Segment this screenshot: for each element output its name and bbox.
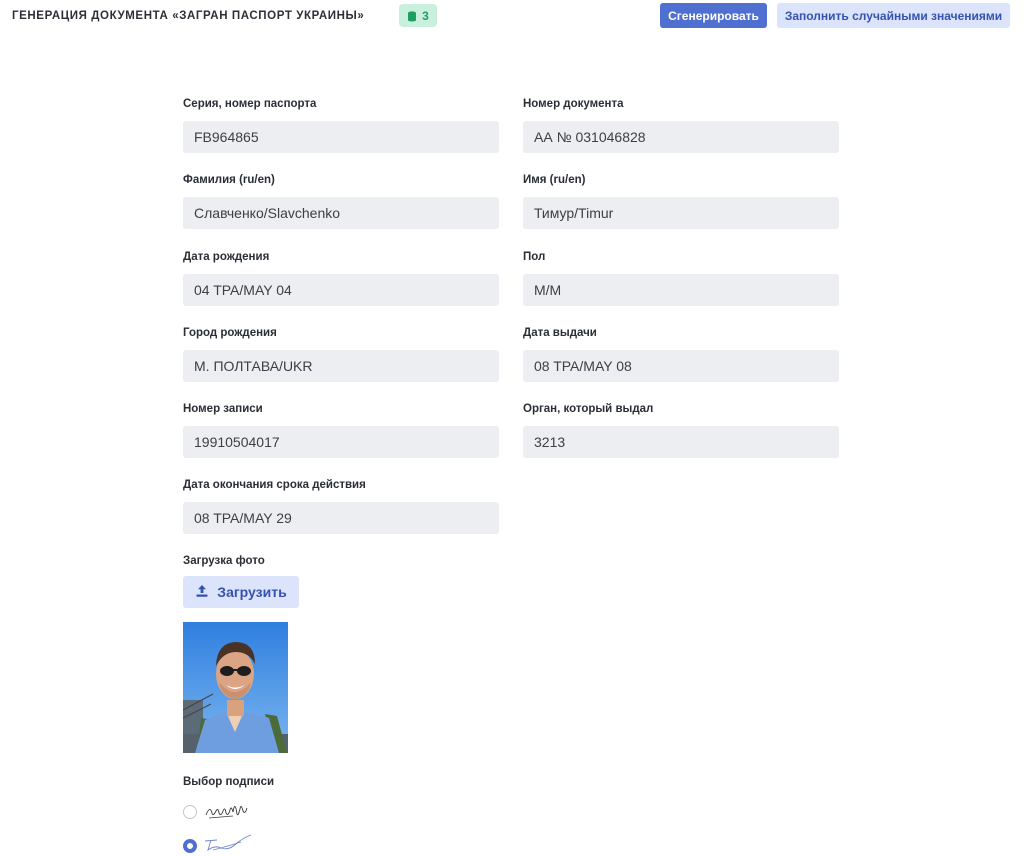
name-label: Имя (ru/en) (523, 174, 586, 186)
authority-field: Орган, который выдал (523, 401, 839, 458)
record-number-field: Номер записи (183, 401, 499, 458)
signature-radio-2[interactable] (183, 838, 197, 853)
page-title: ГЕНЕРАЦИЯ ДОКУМЕНТА «ЗАГРАН ПАСПОРТ УКРА… (12, 10, 365, 22)
birth-date-input[interactable] (183, 274, 499, 306)
coins-icon (407, 10, 419, 22)
signature-radio-1[interactable] (183, 804, 197, 819)
issue-date-field: Дата выдачи (523, 325, 839, 382)
birth-date-field: Дата рождения (183, 249, 499, 306)
surname-field: Фамилия (ru/en) (183, 172, 499, 229)
upload-button-label: Загрузить (217, 584, 287, 600)
series-number-label: Серия, номер паспорта (183, 98, 317, 110)
surname-label: Фамилия (ru/en) (183, 174, 275, 186)
issue-date-input[interactable] (523, 350, 839, 382)
name-field: Имя (ru/en) (523, 172, 839, 229)
sex-input[interactable] (523, 274, 839, 306)
coin-count: 3 (422, 8, 429, 23)
series-number-field: Серия, номер паспорта (183, 96, 499, 153)
signature-image-2 (203, 833, 253, 856)
name-input[interactable] (523, 197, 839, 229)
photo-upload-label: Загрузка фото (183, 555, 265, 567)
upload-icon (195, 584, 209, 601)
signature-option-1[interactable] (183, 797, 249, 826)
authority-input[interactable] (523, 426, 839, 458)
sex-label: Пол (523, 251, 546, 263)
record-number-label: Номер записи (183, 403, 263, 415)
signature-label: Выбор подписи (183, 776, 275, 788)
uploaded-photo (183, 622, 288, 753)
upload-photo-button[interactable]: Загрузить (183, 576, 299, 608)
document-number-input[interactable] (523, 121, 839, 153)
page-header: ГЕНЕРАЦИЯ ДОКУМЕНТА «ЗАГРАН ПАСПОРТ УКРА… (0, 0, 1024, 32)
series-number-input[interactable] (183, 121, 499, 153)
signature-image-1 (203, 797, 249, 826)
birth-date-label: Дата рождения (183, 251, 270, 263)
signature-option-2[interactable] (183, 833, 253, 856)
record-number-input[interactable] (183, 426, 499, 458)
birth-city-field: Город рождения (183, 325, 499, 382)
random-fill-button[interactable]: Заполнить случайными значениями (777, 3, 1010, 28)
authority-label: Орган, который выдал (523, 403, 654, 415)
birth-city-input[interactable] (183, 350, 499, 382)
expiry-date-input[interactable] (183, 502, 499, 534)
generate-button[interactable]: Сгенерировать (660, 3, 767, 28)
sex-field: Пол (523, 249, 839, 306)
expiry-date-label: Дата окончания срока действия (183, 479, 366, 491)
expiry-date-field: Дата окончания срока действия (183, 477, 499, 534)
document-number-field: Номер документа (523, 96, 839, 153)
surname-input[interactable] (183, 197, 499, 229)
coin-balance-badge: 3 (399, 4, 437, 27)
document-number-label: Номер документа (523, 98, 624, 110)
issue-date-label: Дата выдачи (523, 327, 597, 339)
birth-city-label: Город рождения (183, 327, 277, 339)
